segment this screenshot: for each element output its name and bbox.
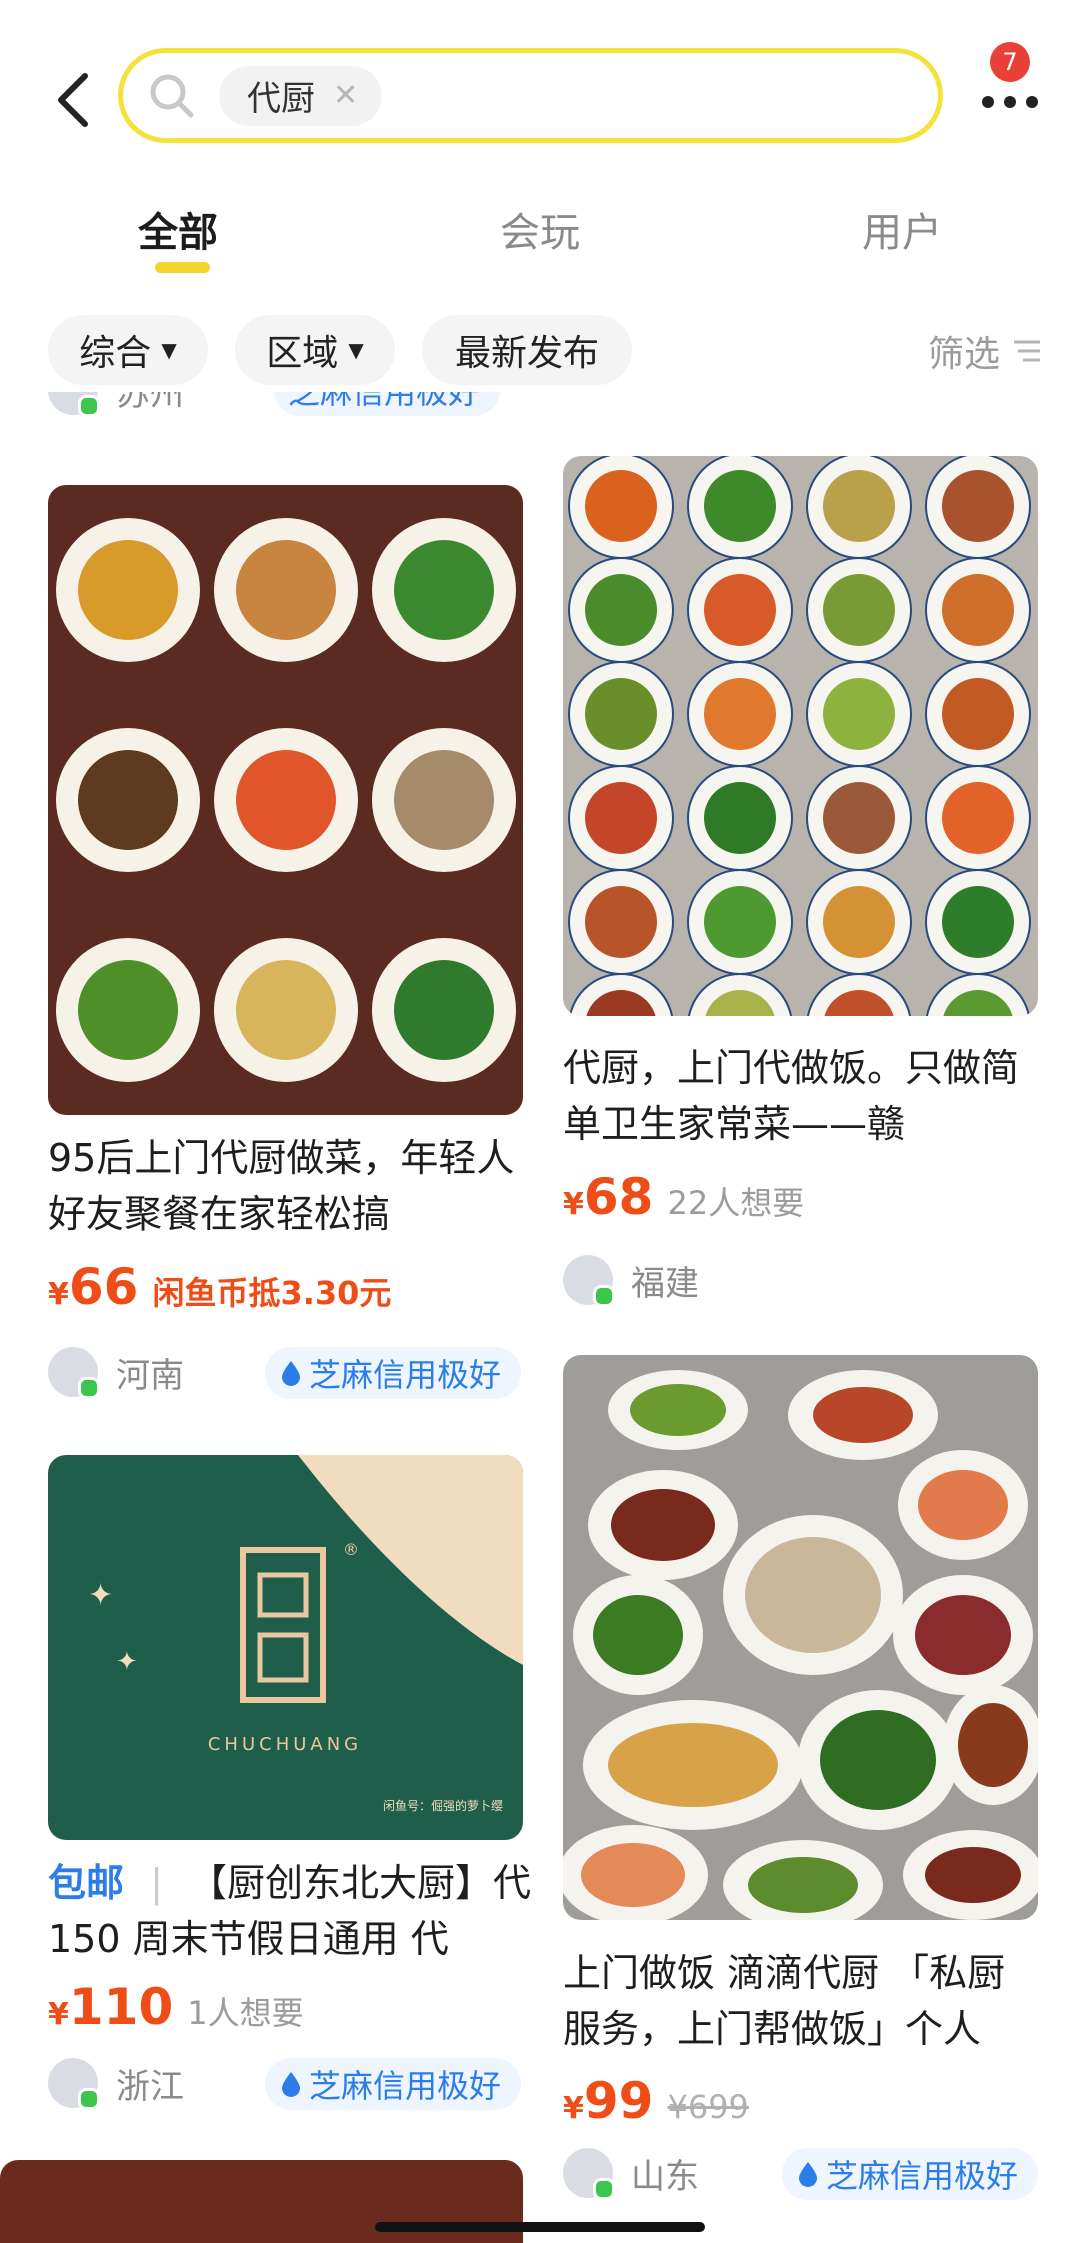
listing-photo[interactable] (563, 1355, 1038, 1920)
svg-text:®: ® (343, 1540, 359, 1559)
search-chip[interactable]: 代厨 ✕ (219, 65, 383, 126)
water-drop-icon (282, 1361, 300, 1386)
seller-location: 苏州 (116, 392, 184, 414)
seller-row[interactable]: 福建 (563, 1255, 699, 1307)
partial-seller-row: 苏州 芝麻信用极好 (48, 392, 568, 432)
svg-text:✦: ✦ (88, 1578, 113, 1613)
food-plates-image (56, 518, 516, 1082)
avatar (563, 2148, 615, 2200)
filter-sort-label: 综合 (79, 333, 152, 374)
listing-price: ¥ 99 ¥699 (563, 2072, 749, 2130)
credit-badge: 芝麻信用极好 (265, 2058, 522, 2110)
listing-title[interactable]: 上门做饭 滴滴代厨 「私厨服务，上门帮做饭」个人 (563, 1945, 1043, 2057)
food-table-image (563, 1370, 1038, 1920)
filter-region[interactable]: 区域 ▼ (235, 315, 395, 385)
food-plates-image (568, 456, 1031, 1016)
chuchuang-logo-image: ✦ ✦ ® CHUCHUANG 闲鱼号：倔强的萝卜缨 (88, 1455, 523, 1813)
filter-icon (1014, 340, 1041, 362)
tab-active-indicator (155, 262, 210, 273)
listing-title[interactable]: 95后上门代厨做菜，年轻人好友聚餐在家轻松搞 (48, 1130, 538, 1242)
water-drop-icon (282, 2072, 300, 2097)
listing-photo[interactable] (563, 456, 1038, 1016)
home-indicator (375, 2222, 705, 2232)
svg-text:闲鱼号：倔强的萝卜缨: 闲鱼号：倔强的萝卜缨 (383, 1798, 503, 1813)
listing-photo[interactable] (48, 485, 523, 1115)
filter-latest[interactable]: 最新发布 (422, 315, 632, 385)
back-button[interactable] (48, 70, 96, 130)
listing-price: ¥ 110 1人想要 (48, 1978, 304, 2036)
avatar (48, 2058, 100, 2110)
caret-down-icon: ▼ (348, 338, 364, 362)
listing-title[interactable]: 包邮 | 【厨创东北大厨】代150 周末节假日通用 代 (48, 1855, 533, 1967)
notification-badge: 7 (990, 42, 1030, 82)
search-bar[interactable]: 代厨 ✕ (118, 48, 943, 143)
credit-badge: 芝麻信用极好 (782, 2148, 1039, 2200)
avatar (48, 392, 100, 417)
credit-badge: 芝麻信用极好 (274, 392, 501, 416)
tab-all[interactable]: 全部 (138, 200, 218, 258)
listing-title[interactable]: 代厨，上门代做饭。只做简单卫生家常菜——赣 (563, 1040, 1033, 1152)
seller-location: 河南 (116, 1355, 184, 1396)
tab-play[interactable]: 会玩 (500, 200, 580, 258)
seller-row[interactable]: 浙江 (48, 2058, 184, 2110)
filter-screen[interactable]: 筛选 (928, 325, 1044, 377)
credit-badge: 芝麻信用极好 (265, 1347, 522, 1399)
clear-chip-icon[interactable]: ✕ (333, 78, 358, 113)
search-icon (150, 74, 194, 117)
free-shipping-tag: 包邮 (48, 1861, 125, 1905)
seller-row[interactable]: 河南 (48, 1347, 184, 1399)
listing-price: ¥ 68 22人想要 (563, 1168, 805, 1226)
filter-region-label: 区域 (266, 333, 339, 374)
filter-latest-label: 最新发布 (454, 333, 599, 374)
seller-location: 福建 (631, 1263, 699, 1304)
water-drop-icon (799, 2162, 817, 2187)
seller-location: 浙江 (116, 2066, 184, 2107)
listing-photo[interactable]: ✦ ✦ ® CHUCHUANG 闲鱼号：倔强的萝卜缨 (48, 1455, 523, 1840)
chevron-left-icon (58, 73, 88, 127)
svg-text:✦: ✦ (116, 1647, 138, 1677)
svg-text:CHUCHUANG: CHUCHUANG (208, 1734, 362, 1755)
listing-price: ¥ 66 闲鱼币抵3.30元 (48, 1258, 392, 1316)
tab-users[interactable]: 用户 (862, 200, 942, 258)
filter-screen-label: 筛选 (928, 334, 1001, 375)
filter-sort[interactable]: 综合 ▼ (48, 315, 208, 385)
avatar (563, 1255, 615, 1307)
caret-down-icon: ▼ (161, 338, 177, 362)
avatar (48, 1347, 100, 1399)
search-chip-label: 代厨 (247, 79, 315, 119)
seller-row[interactable]: 山东 (563, 2148, 699, 2200)
seller-location: 山东 (631, 2156, 699, 2197)
